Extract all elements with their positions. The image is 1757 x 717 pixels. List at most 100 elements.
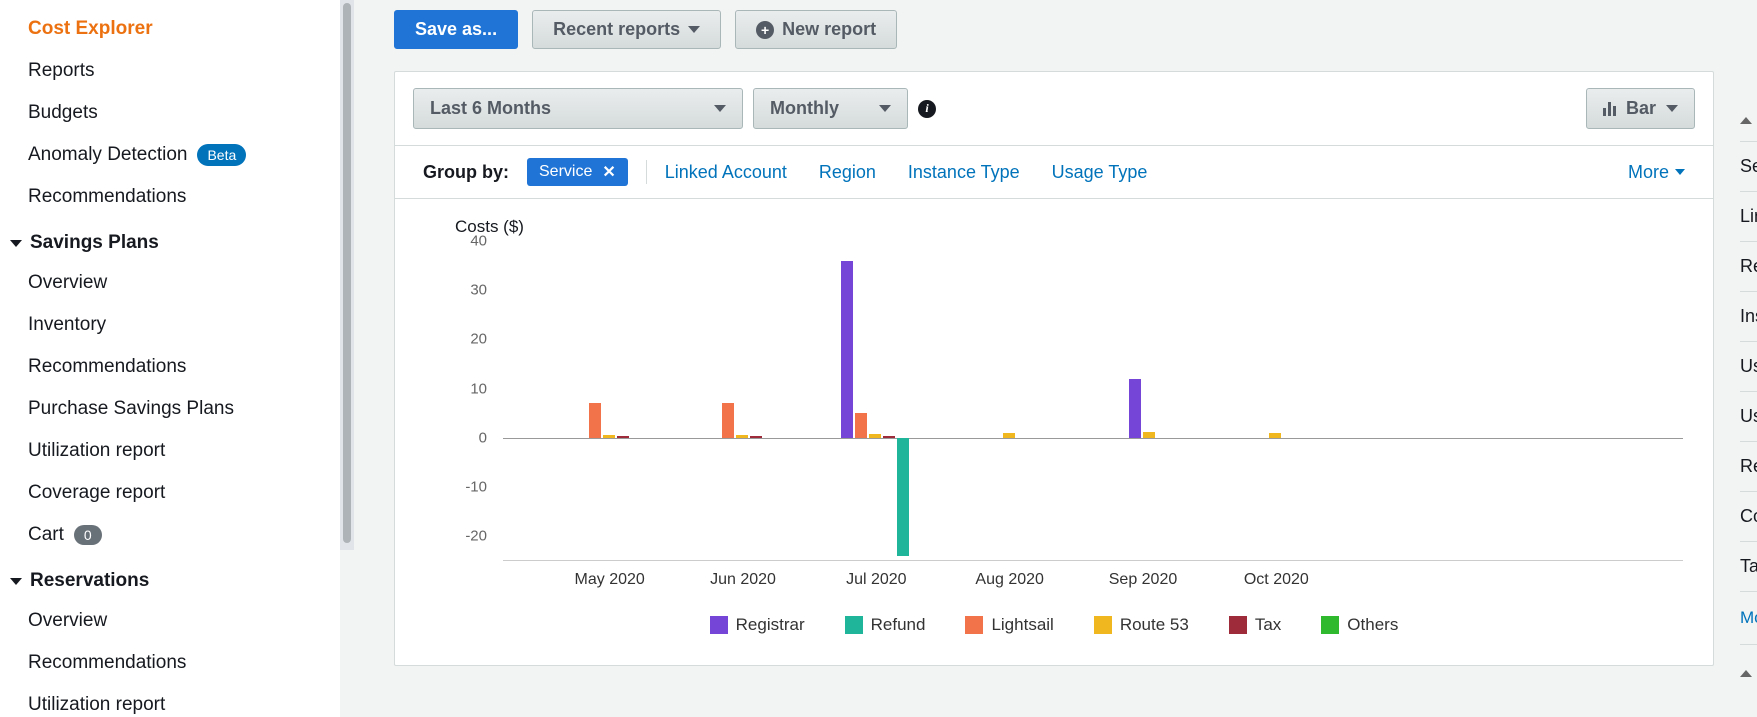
filter-row-usage-type-[interactable]: Usage Type ...Include all xyxy=(1740,392,1757,442)
group-by-option-linked-account[interactable]: Linked Account xyxy=(665,162,787,183)
bar-route 53[interactable] xyxy=(1003,433,1015,438)
filter-name: Cost Category xyxy=(1740,506,1757,527)
more-label: More xyxy=(1628,162,1669,183)
chevron-down-icon xyxy=(10,240,22,247)
bar-registrar[interactable] xyxy=(1129,379,1141,438)
filter-row-region[interactable]: RegionInclude all xyxy=(1740,242,1757,292)
bar-tax[interactable] xyxy=(883,436,895,437)
sidebar-item-utilization-report[interactable]: Utilization report xyxy=(0,430,340,472)
bar-refund[interactable] xyxy=(897,438,909,556)
granularity-select[interactable]: Monthly xyxy=(753,88,908,129)
filter-row-usage-type[interactable]: Usage TypeInclude all xyxy=(1740,342,1757,392)
group-by-more[interactable]: More xyxy=(1628,162,1685,183)
filter-name: Usage Type ... xyxy=(1740,406,1757,427)
legend-label: Registrar xyxy=(736,615,805,635)
bar-registrar[interactable] xyxy=(841,261,853,438)
divider xyxy=(646,160,647,184)
chevron-down-icon xyxy=(688,26,700,33)
group-by-option-usage-type[interactable]: Usage Type xyxy=(1052,162,1148,183)
filters-heading[interactable]: FILTERS xyxy=(1740,110,1757,131)
sidebar-item-recommendations[interactable]: Recommendations xyxy=(0,642,340,684)
sidebar-item-label: Inventory xyxy=(28,314,106,336)
filter-row-tag[interactable]: TagInclude all xyxy=(1740,542,1757,592)
sidebar-item-label: Recommendations xyxy=(28,186,186,208)
group-by-option-region[interactable]: Region xyxy=(819,162,876,183)
more-filters-button[interactable]: More filters xyxy=(1740,592,1757,644)
section-title: Savings Plans xyxy=(30,232,159,254)
legend-item-route 53[interactable]: Route 53 xyxy=(1094,615,1189,635)
bar-route 53[interactable] xyxy=(1143,432,1155,438)
legend-item-tax[interactable]: Tax xyxy=(1229,615,1281,635)
filter-row-resource[interactable]: ResourceiInclude all xyxy=(1740,442,1757,492)
advanced-options-heading[interactable]: ADVANCED OPTIONS i xyxy=(1740,644,1757,683)
sidebar-item-label: Utilization report xyxy=(28,694,165,716)
sidebar-item-recommendations[interactable]: Recommendations xyxy=(0,176,340,218)
info-icon[interactable]: i xyxy=(918,100,936,118)
sidebar-item-cart[interactable]: Cart0 xyxy=(0,514,340,556)
legend-item-refund[interactable]: Refund xyxy=(845,615,926,635)
group-by-option-instance-type[interactable]: Instance Type xyxy=(908,162,1020,183)
sidebar-item-overview[interactable]: Overview xyxy=(0,262,340,304)
bar-tax[interactable] xyxy=(750,436,762,437)
legend-item-others[interactable]: Others xyxy=(1321,615,1398,635)
legend-item-registrar[interactable]: Registrar xyxy=(710,615,805,635)
sidebar-item-reports[interactable]: Reports xyxy=(0,50,340,92)
x-label: Jul 2020 xyxy=(846,571,907,589)
x-label: Aug 2020 xyxy=(975,571,1044,589)
y-tick: 0 xyxy=(479,429,487,446)
filter-row-cost-category[interactable]: Cost CategoryInclude all xyxy=(1740,492,1757,542)
sidebar-item-label: Utilization report xyxy=(28,440,165,462)
bar-tax[interactable] xyxy=(617,436,629,437)
x-label: May 2020 xyxy=(575,571,645,589)
filter-name: Linked Acco... xyxy=(1740,206,1757,227)
close-icon[interactable]: ✕ xyxy=(602,162,615,182)
filter-row-linked-acco-[interactable]: Linked Acco...Include all xyxy=(1740,192,1757,242)
sidebar-item-purchase-savings-plans[interactable]: Purchase Savings Plans xyxy=(0,388,340,430)
sidebar-item-label: Anomaly Detection xyxy=(28,144,187,166)
filter-row-instance-type[interactable]: Instance TypeInclude all xyxy=(1740,292,1757,342)
card-controls: Last 6 Months Monthly i Bar xyxy=(395,72,1713,145)
filter-row-service[interactable]: ServiceInclude all xyxy=(1740,142,1757,192)
sidebar-item-label: Budgets xyxy=(28,102,98,124)
legend-item-lightsail[interactable]: Lightsail xyxy=(965,615,1053,635)
sidebar-item-cost-explorer[interactable]: Cost Explorer xyxy=(0,8,340,50)
legend-swatch xyxy=(1229,616,1247,634)
sidebar-item-coverage-report[interactable]: Coverage report xyxy=(0,472,340,514)
date-range-select[interactable]: Last 6 Months xyxy=(413,88,743,129)
new-report-button[interactable]: + New report xyxy=(735,10,897,49)
sidebar-item-label: Overview xyxy=(28,610,107,632)
sidebar-item-recommendations[interactable]: Recommendations xyxy=(0,346,340,388)
sidebar-item-label: Cost Explorer xyxy=(28,18,153,40)
filter-name: Tag xyxy=(1740,556,1757,577)
granularity-label: Monthly xyxy=(770,98,839,119)
legend-swatch xyxy=(710,616,728,634)
legend-swatch xyxy=(965,616,983,634)
bar-lightsail[interactable] xyxy=(722,403,734,437)
bar-route 53[interactable] xyxy=(736,435,748,438)
sidebar-item-label: Purchase Savings Plans xyxy=(28,398,234,420)
save-as-button[interactable]: Save as... xyxy=(394,10,518,49)
sidebar-item-inventory[interactable]: Inventory xyxy=(0,304,340,346)
legend-label: Lightsail xyxy=(991,615,1053,635)
sidebar-item-budgets[interactable]: Budgets xyxy=(0,92,340,134)
chart-type-select[interactable]: Bar xyxy=(1586,88,1695,129)
section-savings-plans[interactable]: Savings Plans xyxy=(0,218,340,262)
chart-type-label: Bar xyxy=(1626,98,1656,119)
bar-route 53[interactable] xyxy=(603,435,615,438)
sidebar-item-overview[interactable]: Overview xyxy=(0,600,340,642)
bar-lightsail[interactable] xyxy=(589,403,601,437)
more-filters-label: More filters xyxy=(1740,608,1757,628)
bar-route 53[interactable] xyxy=(869,434,881,438)
bar-route 53[interactable] xyxy=(1269,433,1281,438)
section-reservations[interactable]: Reservations xyxy=(0,556,340,600)
chart-area: Costs ($) 403020100-10-20 May 2020Jun 20… xyxy=(395,199,1713,665)
bar-lightsail[interactable] xyxy=(855,413,867,438)
sidebar-item-utilization-report[interactable]: Utilization report xyxy=(0,684,340,717)
legend-swatch xyxy=(1094,616,1112,634)
filter-name: Service xyxy=(1740,156,1757,177)
new-report-label: New report xyxy=(782,19,876,40)
chart-title: Costs ($) xyxy=(455,217,1683,237)
group-by-chip-service[interactable]: Service ✕ xyxy=(527,158,628,186)
sidebar-item-anomaly-detection[interactable]: Anomaly DetectionBeta xyxy=(0,134,340,176)
recent-reports-button[interactable]: Recent reports xyxy=(532,10,721,49)
